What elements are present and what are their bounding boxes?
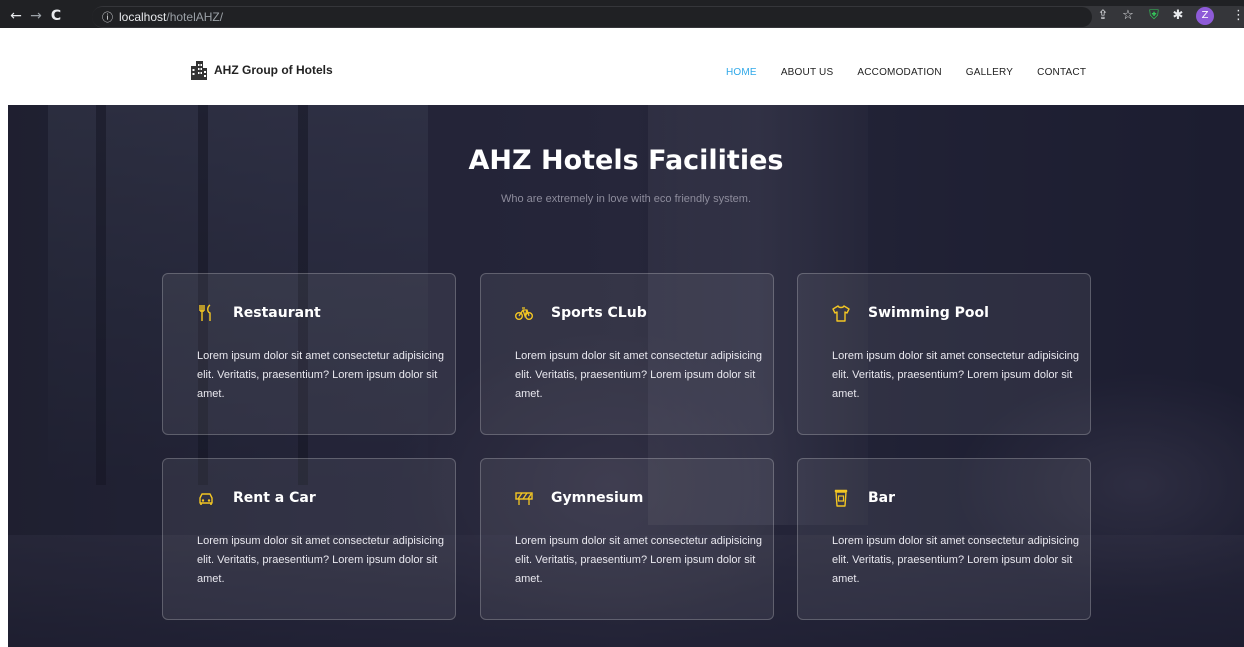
- browser-chrome: ← → C ⓘ localhost/hotelAHZ/ ⇪ ☆ ⛨ ✱ Z ⋮: [0, 0, 1244, 32]
- site-logo[interactable]: AHZ Group of Hotels: [190, 59, 333, 81]
- facilities-section: AHZ Hotels Facilities Who are extremely …: [8, 105, 1244, 647]
- info-icon[interactable]: ⓘ: [102, 12, 113, 24]
- card-title: Sports CLub: [551, 305, 647, 321]
- section-title: AHZ Hotels Facilities: [468, 145, 784, 176]
- address-bar-text[interactable]: ⓘ localhost/hotelAHZ/: [92, 7, 1092, 27]
- reload-icon[interactable]: C: [48, 8, 64, 24]
- card-title: Rent a Car: [233, 490, 316, 506]
- share-icon[interactable]: ⇪: [1095, 8, 1111, 24]
- extension-shield-icon[interactable]: ⛨: [1146, 8, 1162, 24]
- card-title: Swimming Pool: [868, 305, 989, 321]
- bookmark-star-icon[interactable]: ☆: [1120, 8, 1136, 24]
- site-header: AHZ Group of Hotels HOME ABOUT US ACCOMO…: [0, 40, 1244, 105]
- logo-text: AHZ Group of Hotels: [214, 63, 333, 77]
- nav-contact[interactable]: CONTACT: [1037, 67, 1086, 78]
- card-description: Lorem ipsum dolor sit amet consectetur a…: [515, 350, 763, 400]
- url-host: localhost: [119, 10, 167, 24]
- facility-card-restaurant: Restaurant Lorem ipsum dolor sit amet co…: [162, 273, 456, 435]
- hotel-building-icon: [191, 61, 207, 80]
- facility-card-sports-club: Sports CLub Lorem ipsum dolor sit amet c…: [480, 273, 774, 435]
- card-title: Gymnesium: [551, 490, 644, 506]
- card-title: Bar: [868, 490, 896, 506]
- cup-icon: [834, 489, 848, 507]
- forward-arrow-icon[interactable]: →: [28, 8, 44, 24]
- url-path: /hotelAHZ/: [166, 10, 224, 24]
- nav-gallery[interactable]: GALLERY: [966, 67, 1013, 78]
- shirt-icon: [832, 305, 850, 322]
- car-icon: [199, 493, 213, 505]
- profile-avatar[interactable]: Z: [1196, 7, 1214, 25]
- card-description: Lorem ipsum dolor sit amet consectetur a…: [197, 535, 445, 585]
- nav-home[interactable]: HOME: [726, 67, 757, 78]
- restaurant-icon: [199, 304, 211, 321]
- back-arrow-icon[interactable]: ←: [8, 8, 24, 24]
- section-subtitle: Who are extremely in love with eco frien…: [500, 193, 752, 205]
- facility-card-rent-a-car: Rent a Car Lorem ipsum dolor sit amet co…: [162, 458, 456, 620]
- nav-about-us[interactable]: ABOUT US: [781, 67, 834, 78]
- bicycle-icon: [515, 307, 533, 320]
- facility-card-swimming-pool: Swimming Pool Lorem ipsum dolor sit amet…: [797, 273, 1091, 435]
- main-nav: HOME ABOUT US ACCOMODATION GALLERY CONTA…: [726, 67, 1110, 78]
- facility-card-gymnesium: Gymnesium Lorem ipsum dolor sit amet con…: [480, 458, 774, 620]
- browser-toolbar: ← → C ⓘ localhost/hotelAHZ/ ⇪ ☆ ⛨ ✱ Z ⋮: [0, 6, 1244, 28]
- nav-accomodation[interactable]: ACCOMODATION: [857, 67, 941, 78]
- browser-menu-icon[interactable]: ⋮: [1232, 8, 1244, 24]
- facility-card-bar: Bar Lorem ipsum dolor sit amet consectet…: [797, 458, 1091, 620]
- card-description: Lorem ipsum dolor sit amet consectetur a…: [832, 350, 1080, 400]
- extensions-puzzle-icon[interactable]: ✱: [1170, 8, 1186, 24]
- barrier-icon: [515, 492, 533, 505]
- card-title: Restaurant: [233, 305, 321, 321]
- card-description: Lorem ipsum dolor sit amet consectetur a…: [832, 535, 1080, 585]
- card-description: Lorem ipsum dolor sit amet consectetur a…: [197, 350, 445, 400]
- card-description: Lorem ipsum dolor sit amet consectetur a…: [515, 535, 763, 585]
